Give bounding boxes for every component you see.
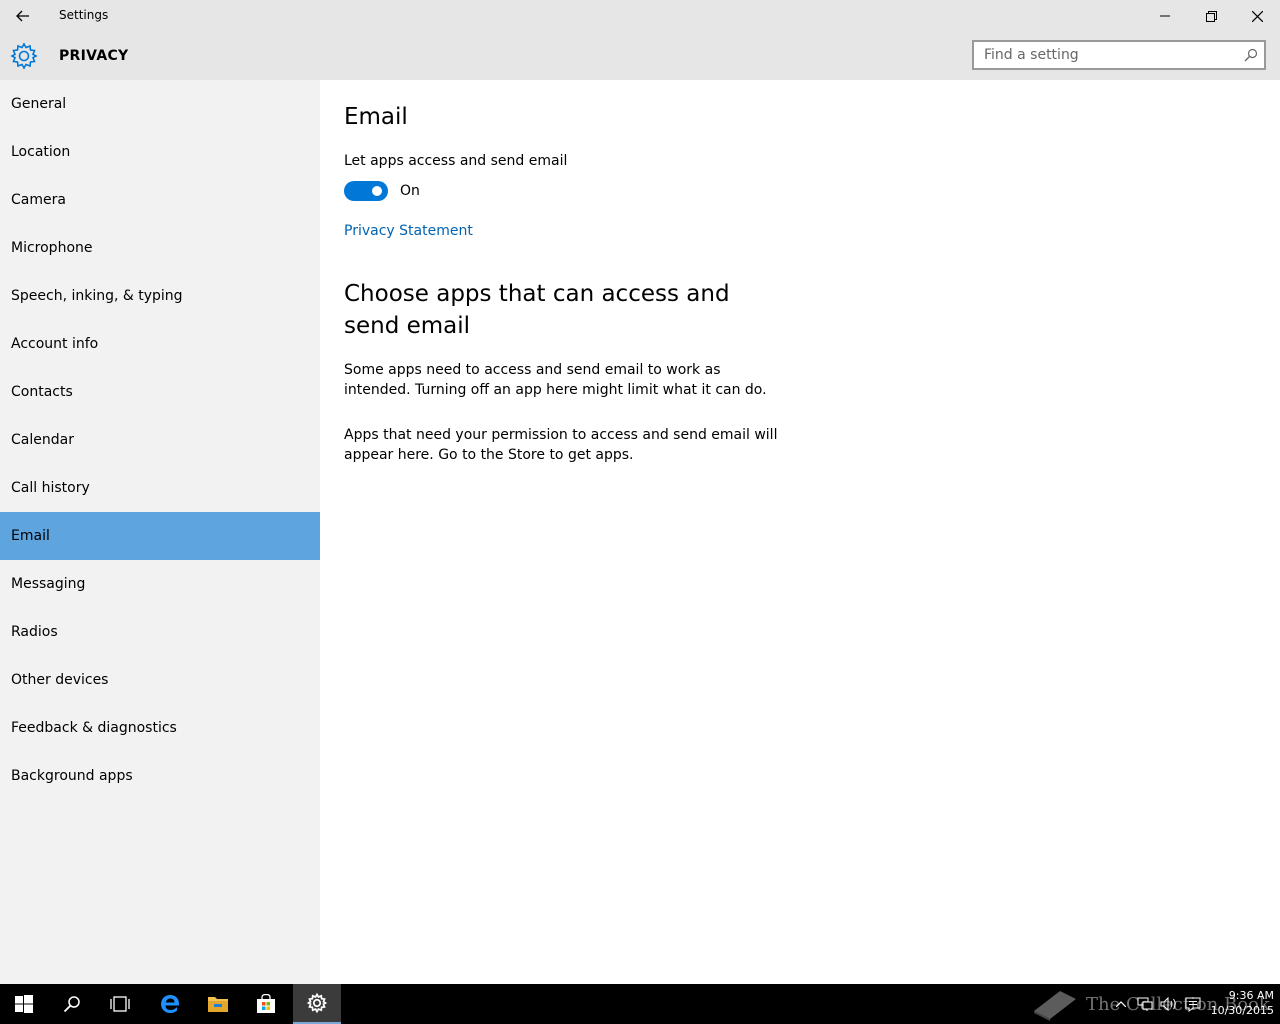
edge-icon	[161, 995, 179, 1013]
clock-date: 10/30/2015	[1210, 1004, 1274, 1017]
task-view-button[interactable]	[96, 984, 144, 1024]
sidebar-item-camera[interactable]: Camera	[0, 176, 320, 224]
description-paragraph: Some apps need to access and send email …	[344, 362, 767, 398]
windows-start-icon	[15, 995, 33, 1013]
sidebar-item-call-history[interactable]: Call history	[0, 464, 320, 512]
sidebar-item-messaging[interactable]: Messaging	[0, 560, 320, 608]
task-view-icon	[110, 996, 130, 1012]
sidebar-item-contacts[interactable]: Contacts	[0, 368, 320, 416]
close-icon	[1251, 10, 1263, 22]
notification-icon	[1185, 997, 1201, 1012]
action-center-button[interactable]	[1182, 984, 1204, 1024]
back-button[interactable]	[0, 0, 46, 32]
minimize-icon	[1160, 15, 1170, 17]
section-heading: Choose apps that can access and send ema…	[344, 281, 730, 339]
page-title: Email	[344, 104, 408, 130]
back-arrow-icon	[16, 10, 29, 22]
empty-state-paragraph: Apps that need your permission to access…	[344, 427, 778, 463]
file-explorer-icon	[208, 997, 228, 1012]
privacy-statement-link[interactable]: Privacy Statement	[344, 223, 473, 239]
volume-button[interactable]	[1158, 984, 1180, 1024]
taskbar-search-button[interactable]	[48, 984, 96, 1024]
sidebar-item-speech[interactable]: Speech, inking, & typing	[0, 272, 320, 320]
search-box[interactable]	[972, 40, 1266, 70]
restore-icon	[1205, 10, 1217, 22]
store-button[interactable]	[242, 984, 290, 1024]
edge-button[interactable]	[146, 984, 194, 1024]
clock[interactable]: 9:36 AM 10/30/2015	[1208, 988, 1274, 1018]
clock-time: 9:36 AM	[1228, 989, 1274, 1002]
minimize-button[interactable]	[1142, 0, 1188, 32]
chevron-up-icon	[1116, 1001, 1126, 1007]
page-header: PRIVACY	[0, 32, 1280, 80]
sidebar-item-feedback[interactable]: Feedback & diagnostics	[0, 704, 320, 752]
sidebar-item-background-apps[interactable]: Background apps	[0, 752, 320, 800]
sidebar-item-general[interactable]: General	[0, 80, 320, 128]
settings-icon	[307, 993, 327, 1013]
title-bar: Settings	[0, 0, 1280, 32]
file-explorer-button[interactable]	[194, 984, 242, 1024]
search-input[interactable]	[974, 42, 1244, 68]
sidebar-item-email[interactable]: Email	[0, 512, 320, 560]
volume-icon	[1160, 997, 1176, 1011]
search-icon[interactable]	[1244, 48, 1258, 62]
restore-button[interactable]	[1188, 0, 1234, 32]
toggle-knob	[372, 186, 382, 196]
search-icon	[63, 996, 80, 1013]
sidebar-item-microphone[interactable]: Microphone	[0, 224, 320, 272]
sidebar-item-location[interactable]: Location	[0, 128, 320, 176]
sidebar-item-other-devices[interactable]: Other devices	[0, 656, 320, 704]
email-access-toggle[interactable]	[344, 181, 388, 201]
sidebar-item-radios[interactable]: Radios	[0, 608, 320, 656]
toggle-label: Let apps access and send email	[344, 153, 568, 169]
network-icon	[1137, 997, 1153, 1011]
section-title: PRIVACY	[59, 48, 129, 64]
start-button[interactable]	[0, 984, 48, 1024]
main-content: Email Let apps access and send email On …	[320, 80, 1280, 984]
store-icon	[257, 994, 275, 1013]
network-button[interactable]	[1134, 984, 1156, 1024]
sidebar-item-calendar[interactable]: Calendar	[0, 416, 320, 464]
book-icon	[1034, 991, 1076, 1021]
sidebar-item-account-info[interactable]: Account info	[0, 320, 320, 368]
close-button[interactable]	[1234, 0, 1280, 32]
taskbar: The Collection Book 9:36 AM 10/30/2015	[0, 984, 1280, 1024]
gear-icon	[10, 42, 38, 70]
show-hidden-icons-button[interactable]	[1110, 984, 1132, 1024]
sidebar: General Location Camera Microphone Speec…	[0, 80, 320, 984]
toggle-state-label: On	[400, 183, 420, 199]
window-title: Settings	[59, 8, 109, 22]
settings-taskbar-button[interactable]	[293, 984, 341, 1024]
